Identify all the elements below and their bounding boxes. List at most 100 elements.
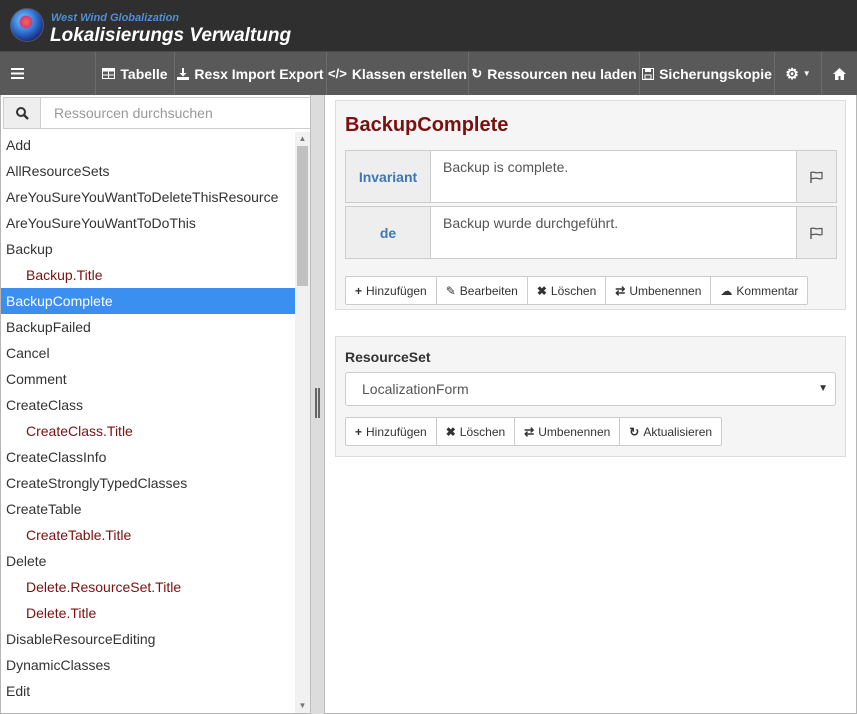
language-label[interactable]: de — [345, 206, 431, 259]
search-input[interactable] — [44, 98, 306, 128]
resource-list-item[interactable]: Add — [1, 132, 295, 158]
caret-down-icon: ▼ — [802, 69, 811, 78]
scroll-up-icon[interactable]: ▲ — [295, 132, 310, 146]
resource-value-row: de Backup wurde durchgeführt. — [345, 206, 837, 259]
home-button[interactable] — [821, 52, 857, 95]
globe-logo-icon — [10, 8, 44, 42]
delete-label: Löschen — [459, 424, 506, 439]
resource-list-item[interactable]: CreateClass — [1, 392, 295, 418]
rename-resourceset-button[interactable]: ⇄ Umbenennen — [514, 417, 621, 446]
scrollbar-thumb[interactable] — [297, 146, 308, 286]
resource-list-item[interactable]: AreYouSureYouWantToDeleteThisResource — [1, 184, 295, 210]
resource-value-textarea[interactable]: Backup is complete. — [430, 150, 797, 203]
add-resourceset-button[interactable]: + Hinzufügen — [345, 417, 437, 446]
resource-list-subitem[interactable]: Delete.ResourceSet.Title — [1, 574, 295, 600]
reload-resources-label: Ressourcen neu laden — [487, 65, 637, 82]
resource-list: Add AllResourceSets AreYouSureYouWantToDel… — [1, 132, 295, 714]
table-button[interactable]: Tabelle — [95, 52, 174, 95]
search-group — [3, 97, 311, 129]
resourceset-actions: + Hinzufügen ✖ Löschen ⇄ Umbenennen ↻ Aktual… — [345, 417, 723, 446]
scroll-down-icon[interactable]: ▼ — [295, 699, 310, 713]
edit-resource-button[interactable]: ✎ Bearbeiten — [435, 276, 528, 305]
resx-import-export-button[interactable]: Resx Import Export — [174, 52, 326, 95]
toolbar: Tabelle Resx Import Export </> Klassen e… — [0, 51, 857, 95]
resourceset-select[interactable]: LocalizationForm ▼ — [345, 372, 836, 406]
comment-icon: ☁ — [720, 283, 733, 298]
resource-sidebar: AddAllResourceSetsAreYouSureYouWantToDel… — [0, 95, 311, 714]
resource-list-item[interactable]: DisableResourceEditing — [1, 626, 295, 652]
resource-list-subitem[interactable]: Delete.Title — [1, 600, 295, 626]
resource-list-subitem[interactable]: CreateClass.Title — [1, 418, 295, 444]
comment-label: Kommentar — [736, 283, 799, 298]
list-scrollbar[interactable]: ▲ ▼ — [295, 132, 310, 713]
backup-label: Sicherungskopie — [659, 65, 772, 82]
settings-dropdown[interactable]: ⚙ ▼ — [774, 52, 821, 95]
resource-list-item[interactable]: CreateStronglyTypedClasses — [1, 470, 295, 496]
delete-resource-button[interactable]: ✖ Löschen — [526, 276, 607, 305]
resource-list-item[interactable]: BackupFailed — [1, 314, 295, 340]
main-content: BackupComplete Invariant Backup is compl… — [325, 95, 857, 714]
rename-label: Umbenennen — [629, 283, 702, 298]
code-icon: </> — [328, 66, 347, 81]
comment-button[interactable]: ☁ Kommentar — [710, 276, 809, 305]
refresh-resourceset-button[interactable]: ↻ Aktualisieren — [619, 417, 723, 446]
comment-flag-button[interactable] — [796, 206, 837, 259]
save-icon — [642, 67, 655, 80]
resource-value-textarea[interactable]: Backup wurde durchgeführt. — [430, 206, 797, 259]
create-classes-label: Klassen erstellen — [351, 65, 467, 82]
resourceset-label: ResourceSet — [345, 349, 431, 365]
create-classes-button[interactable]: </> Klassen erstellen — [326, 52, 468, 95]
refresh-label: Aktualisieren — [643, 424, 713, 439]
resource-actions: + Hinzufügen ✎ Bearbeiten ✖ Löschen ⇄ Umbene… — [345, 276, 809, 305]
resource-list-subitem[interactable]: Backup.Title — [1, 262, 295, 288]
resource-list-item[interactable]: Comment — [1, 366, 295, 392]
backup-button[interactable]: Sicherungskopie — [639, 52, 774, 95]
resourceset-selected-value: LocalizationForm — [362, 381, 469, 397]
resource-list-item[interactable]: CreateTable — [1, 496, 295, 522]
resource-list-item[interactable]: AreYouSureYouWantToDoThis — [1, 210, 295, 236]
exchange-icon: ⇄ — [524, 424, 535, 439]
flag-icon — [809, 170, 823, 183]
resource-value-row: Invariant Backup is complete. — [345, 150, 837, 203]
app-title: Lokalisierungs Verwaltung — [50, 25, 292, 46]
menu-button[interactable] — [0, 52, 34, 95]
rename-label: Umbenennen — [538, 424, 611, 439]
resource-list-item[interactable]: DynamicClasses — [1, 652, 295, 678]
times-icon: ✖ — [536, 283, 547, 298]
edit-icon: ✎ — [445, 283, 456, 298]
edit-label: Bearbeiten — [459, 283, 518, 298]
resourceset-panel: ResourceSet LocalizationForm ▼ + Hinzufüg… — [335, 336, 846, 457]
search-button[interactable] — [4, 98, 41, 128]
menu-icon — [10, 68, 24, 79]
table-button-label: Tabelle — [120, 65, 168, 82]
resource-list-item[interactable]: BackupComplete — [1, 288, 295, 314]
app-header: West Wind Globalization Lokalisierungs V… — [0, 0, 857, 51]
table-icon — [102, 68, 116, 79]
select-caret-icon: ▼ — [818, 383, 828, 394]
panel-splitter[interactable] — [310, 95, 325, 714]
gear-icon: ⚙ — [785, 65, 799, 83]
resource-list-item[interactable]: Backup — [1, 236, 295, 262]
splitter-grip-icon[interactable] — [315, 388, 320, 418]
language-label[interactable]: Invariant — [345, 150, 431, 203]
home-icon — [833, 67, 846, 80]
add-label: Hinzufügen — [366, 283, 427, 298]
resource-list-item[interactable]: CreateClassInfo — [1, 444, 295, 470]
comment-flag-button[interactable] — [796, 150, 837, 203]
rename-resource-button[interactable]: ⇄ Umbenennen — [605, 276, 712, 305]
times-icon: ✖ — [445, 424, 456, 439]
search-icon — [15, 106, 29, 120]
resource-list-item[interactable]: Cancel — [1, 340, 295, 366]
resource-list-item[interactable]: AllResourceSets — [1, 158, 295, 184]
add-resource-button[interactable]: + Hinzufügen — [345, 276, 437, 305]
resource-list-item[interactable]: Edit — [1, 678, 295, 704]
resource-title: BackupComplete — [345, 114, 509, 136]
reload-resources-button[interactable]: ↻ Ressourcen neu laden — [468, 52, 639, 95]
delete-resourceset-button[interactable]: ✖ Löschen — [435, 417, 516, 446]
download-icon — [177, 67, 190, 80]
resource-list-subitem[interactable]: CreateTable.Title — [1, 522, 295, 548]
refresh-icon: ↻ — [471, 65, 483, 81]
resource-list-item[interactable]: Delete — [1, 548, 295, 574]
plus-icon: + — [355, 283, 363, 298]
resx-import-export-label: Resx Import Export — [194, 65, 324, 82]
